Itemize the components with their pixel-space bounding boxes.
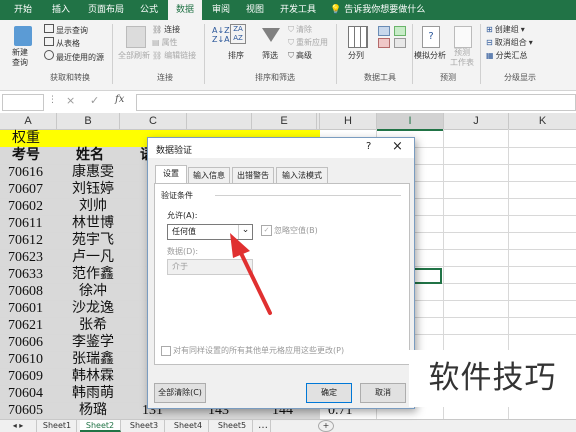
watermark: 软件技巧 bbox=[409, 350, 576, 407]
arrow-shaft bbox=[237, 247, 272, 315]
arrow-head bbox=[230, 233, 250, 258]
